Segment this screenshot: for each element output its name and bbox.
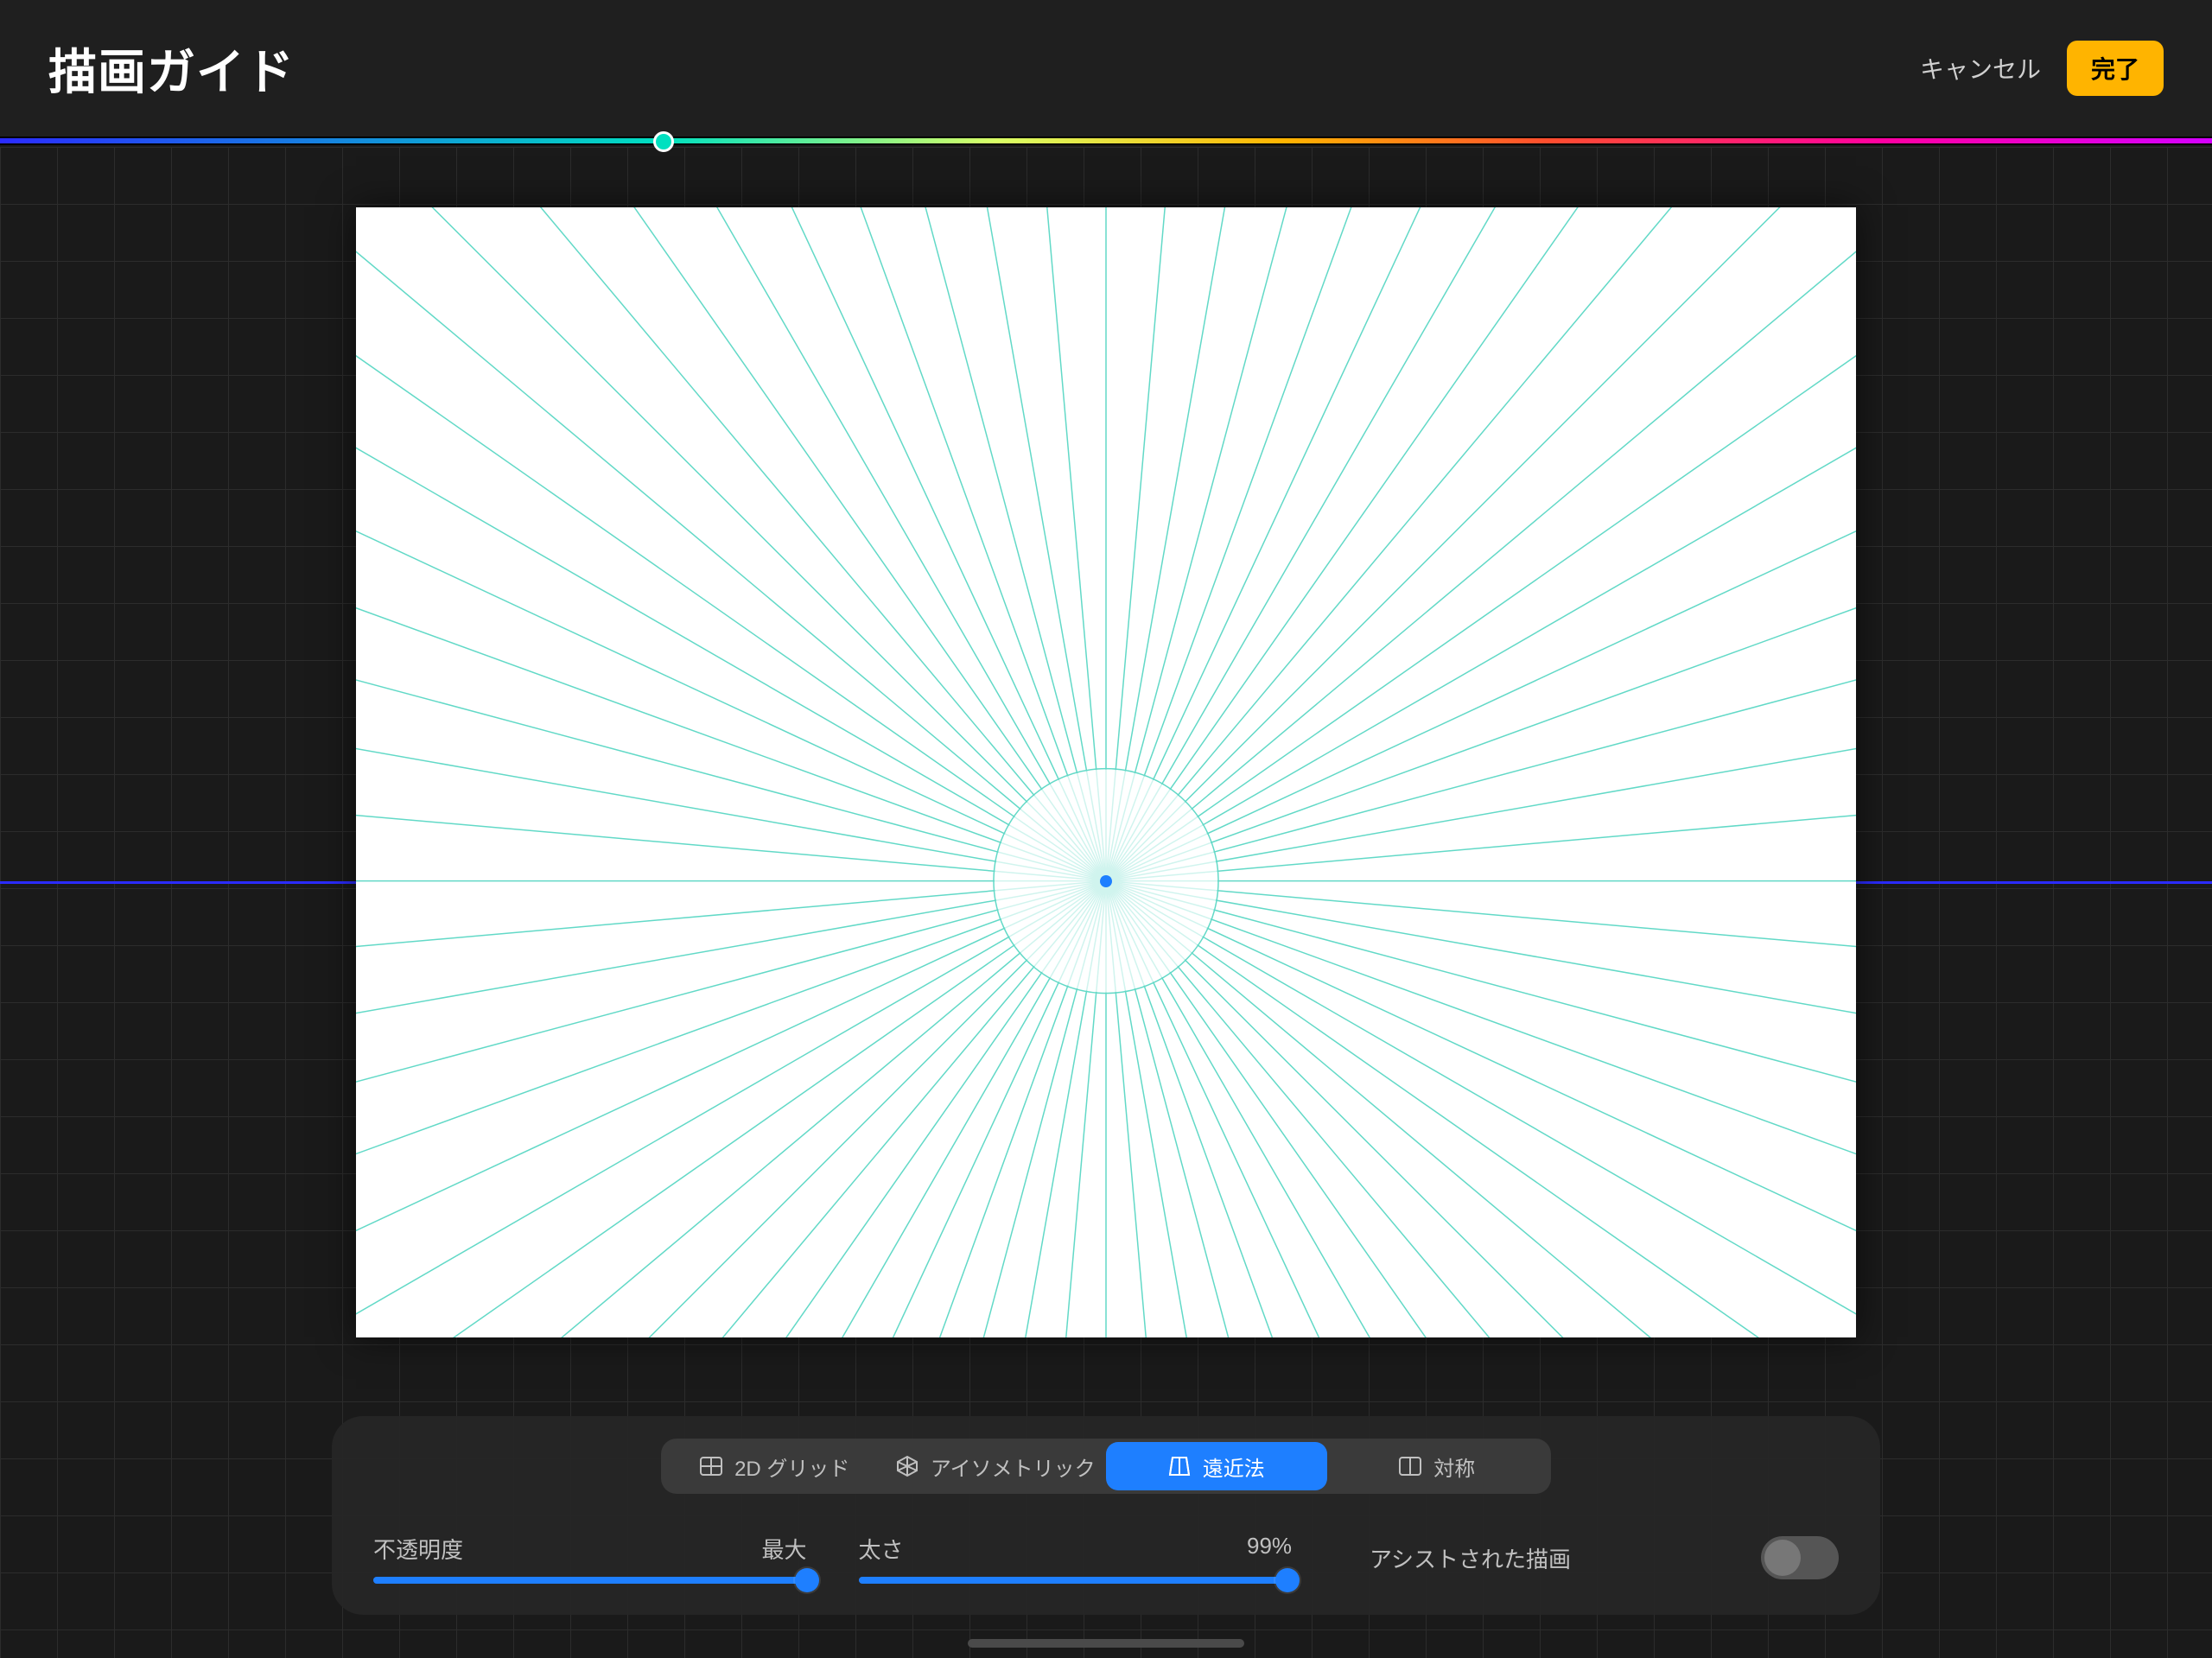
home-indicator	[968, 1639, 1244, 1648]
page-title: 描画ガイド	[48, 34, 295, 104]
thickness-slider-thumb[interactable]	[1275, 1568, 1300, 1592]
grid-icon	[700, 1457, 722, 1476]
segment-grid-2d[interactable]: 2D グリッド	[664, 1442, 886, 1490]
thickness-slider[interactable]	[859, 1577, 1293, 1584]
segment-label: アイソメトリック	[931, 1452, 1096, 1482]
thickness-value: 99%	[1247, 1533, 1292, 1565]
settings-panel: 2D グリッド アイソメトリック 遠近法 対称 不透明度 最大	[332, 1416, 1880, 1615]
header-actions: キャンセル 完了	[1920, 41, 2164, 96]
guide-type-segmented: 2D グリッド アイソメトリック 遠近法 対称	[661, 1439, 1551, 1494]
perspective-guide	[356, 207, 1856, 1337]
symmetry-icon	[1399, 1457, 1421, 1476]
opacity-value: 最大	[762, 1533, 807, 1565]
opacity-label: 不透明度	[373, 1533, 463, 1565]
header: 描画ガイド キャンセル 完了	[0, 0, 2212, 138]
segment-perspective[interactable]: 遠近法	[1106, 1442, 1327, 1490]
controls-row: 不透明度 最大 太さ 99% アシストされた描画	[373, 1523, 1839, 1592]
done-button[interactable]: 完了	[2067, 41, 2164, 96]
thickness-label: 太さ	[859, 1533, 904, 1565]
canvas[interactable]	[356, 207, 1856, 1337]
opacity-slider-thumb[interactable]	[795, 1568, 819, 1592]
perspective-icon	[1168, 1455, 1191, 1477]
segment-isometric[interactable]: アイソメトリック	[886, 1442, 1107, 1490]
vanishing-point-handle[interactable]	[1100, 875, 1112, 887]
assist-toggle-knob	[1764, 1540, 1801, 1576]
isometric-icon	[896, 1455, 918, 1477]
color-spectrum-handle[interactable]	[653, 131, 674, 152]
assist-toggle-label: アシストされた描画	[1370, 1542, 1571, 1574]
segment-label: 2D グリッド	[734, 1452, 849, 1482]
color-spectrum-slider[interactable]	[0, 138, 2212, 145]
cancel-button[interactable]: キャンセル	[1920, 51, 2041, 86]
segment-label: 対称	[1433, 1452, 1475, 1482]
assist-toggle[interactable]	[1761, 1536, 1839, 1579]
segment-symmetry[interactable]: 対称	[1327, 1442, 1548, 1490]
thickness-slider-group: 太さ 99%	[859, 1533, 1293, 1584]
assist-toggle-group: アシストされた描画	[1370, 1536, 1839, 1579]
opacity-slider-group: 不透明度 最大	[373, 1533, 807, 1584]
segment-label: 遠近法	[1203, 1452, 1265, 1482]
opacity-slider[interactable]	[373, 1577, 807, 1584]
